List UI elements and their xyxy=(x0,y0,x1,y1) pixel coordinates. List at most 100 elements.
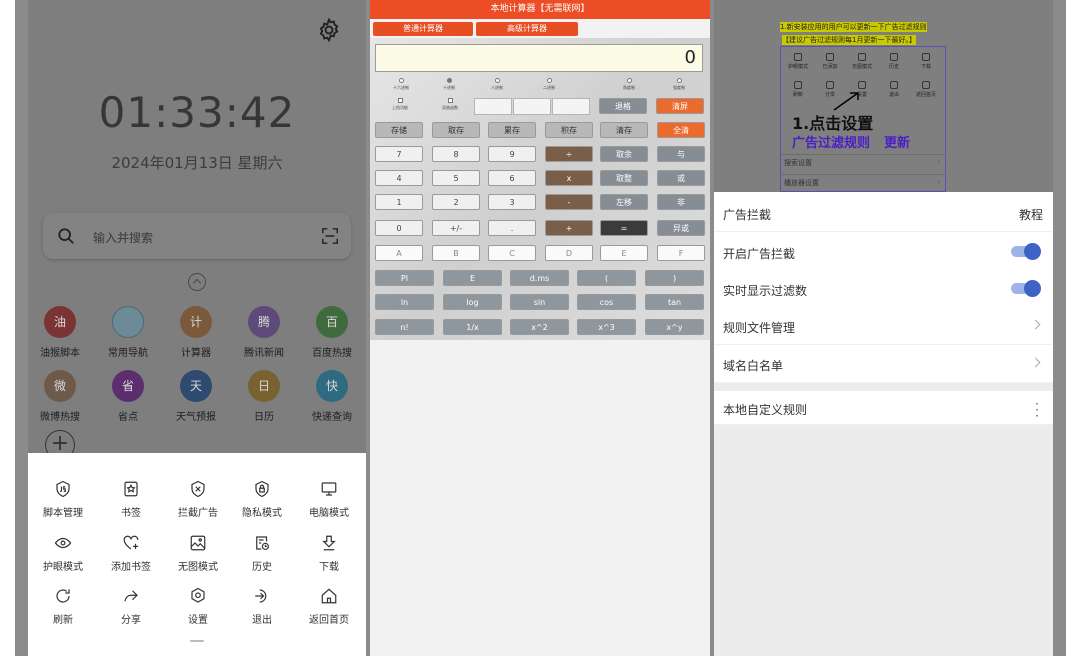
calc-key[interactable]: 累存 xyxy=(488,122,536,138)
calc-key[interactable]: 2 xyxy=(432,194,480,210)
calc-key[interactable]: E xyxy=(443,270,502,286)
calc-key[interactable]: 全清 xyxy=(657,122,705,138)
menu-item-eye[interactable]: 护眼模式 xyxy=(33,534,93,573)
calc-key[interactable]: 清存 xyxy=(600,122,648,138)
calc-key[interactable]: = xyxy=(600,220,648,236)
calc-key[interactable]: x^y xyxy=(645,319,704,335)
more-options-icon[interactable]: · · · xyxy=(1035,398,1039,422)
calc-key[interactable]: 清屏 xyxy=(656,98,704,114)
calc-key[interactable]: 与 xyxy=(657,146,705,162)
calc-key[interactable]: D xyxy=(545,245,593,261)
calc-key[interactable]: x xyxy=(545,170,593,186)
calc-key[interactable]: 4 xyxy=(375,170,423,186)
menu-item-exit[interactable]: 退出 xyxy=(232,587,292,626)
calc-key[interactable]: B xyxy=(432,245,480,261)
calc-key[interactable]: + xyxy=(545,220,593,236)
menu-item-lock[interactable]: 隐私模式 xyxy=(232,480,292,519)
app-shortcut[interactable]: 腾腾讯新闻 xyxy=(236,306,292,359)
calc-key[interactable]: 1/x xyxy=(443,319,502,335)
function-checkbox[interactable]: 双曲函数 xyxy=(438,98,462,111)
radix-option[interactable]: 弧度制 xyxy=(664,78,694,91)
menu-item-home[interactable]: 返回首页 xyxy=(299,587,359,626)
app-shortcut[interactable]: 计计算器 xyxy=(168,306,224,359)
app-shortcut[interactable]: 百百度热搜 xyxy=(304,306,360,359)
calc-key[interactable]: 3 xyxy=(488,194,536,210)
row-rule-file-management[interactable]: 规则文件管理 xyxy=(714,307,1053,345)
radix-option[interactable]: 十进制 xyxy=(434,78,464,91)
app-shortcut[interactable]: 省省点 xyxy=(100,370,156,423)
calc-key[interactable]: log xyxy=(443,294,502,310)
menu-item-js-script[interactable]: 脚本管理 xyxy=(33,480,93,519)
menu-item-shield-block[interactable]: 拦截广告 xyxy=(168,480,228,519)
calc-key[interactable]: A xyxy=(375,245,423,261)
app-shortcut[interactable]: 油油猴脚本 xyxy=(32,306,88,359)
calc-key[interactable]: 7 xyxy=(375,146,423,162)
calc-key[interactable]: 5 xyxy=(432,170,480,186)
calc-key[interactable]: 取整 xyxy=(600,170,648,186)
search-bar[interactable]: 输入并搜索 xyxy=(43,213,351,259)
calc-key[interactable]: 9 xyxy=(488,146,536,162)
calc-key[interactable]: E xyxy=(600,245,648,261)
expand-up-icon[interactable] xyxy=(188,273,206,291)
calc-key[interactable]: C xyxy=(488,245,536,261)
calc-key[interactable]: n! xyxy=(375,319,434,335)
calc-key[interactable]: 6 xyxy=(488,170,536,186)
tutorial-link[interactable]: 教程 xyxy=(1019,206,1043,223)
calc-key[interactable]: sin xyxy=(510,294,569,310)
radix-option[interactable]: 八进制 xyxy=(482,78,512,91)
calc-key[interactable]: - xyxy=(545,194,593,210)
app-shortcut[interactable]: 日日历 xyxy=(236,370,292,423)
menu-item-share[interactable]: 分享 xyxy=(101,587,161,626)
menu-item-download[interactable]: 下载 xyxy=(299,534,359,573)
calc-key[interactable]: 非 xyxy=(657,194,705,210)
show-filter-count-toggle[interactable] xyxy=(1011,280,1041,297)
calc-key[interactable]: ) xyxy=(645,270,704,286)
function-checkbox[interactable]: 上档功能 xyxy=(388,98,412,111)
calc-key[interactable]: d.ms xyxy=(510,270,569,286)
menu-item-settings[interactable]: 设置 xyxy=(168,587,228,626)
calc-key[interactable]: 左移 xyxy=(600,194,648,210)
calc-key[interactable]: 异或 xyxy=(657,220,705,236)
menu-item-refresh[interactable]: 刷新 xyxy=(33,587,93,626)
calc-key[interactable]: 退格 xyxy=(599,98,647,114)
calc-key[interactable]: 1 xyxy=(375,194,423,210)
calc-key[interactable]: tan xyxy=(645,294,704,310)
tab-advanced-calculator[interactable]: 高级计算器 xyxy=(476,22,578,36)
row-show-filter-count[interactable]: 实时显示过滤数 xyxy=(714,270,1053,308)
tab-basic-calculator[interactable]: 普通计算器 xyxy=(373,22,473,36)
radix-option[interactable]: 十六进制 xyxy=(386,78,416,91)
menu-item-image-off[interactable]: 无图模式 xyxy=(168,534,228,573)
menu-item-heart-plus[interactable]: 添加书签 xyxy=(101,534,161,573)
calc-key[interactable]: 取余 xyxy=(600,146,648,162)
calc-key[interactable]: 取存 xyxy=(432,122,480,138)
app-shortcut[interactable]: 快快递查询 xyxy=(304,370,360,423)
row-domain-whitelist[interactable]: 域名白名单 xyxy=(714,345,1053,383)
row-local-custom-rules[interactable]: 本地自定义规则 · · · xyxy=(714,391,1053,425)
calc-key[interactable]: 积存 xyxy=(545,122,593,138)
calc-key[interactable]: 或 xyxy=(657,170,705,186)
app-shortcut[interactable]: 常用导航 xyxy=(100,306,156,359)
radix-option[interactable]: 二进制 xyxy=(534,78,564,91)
calc-key[interactable]: x^2 xyxy=(510,319,569,335)
app-shortcut[interactable]: 天天气预报 xyxy=(168,370,224,423)
calc-key[interactable]: +/- xyxy=(432,220,480,236)
enable-adblock-toggle[interactable] xyxy=(1011,243,1041,260)
calc-key[interactable]: ln xyxy=(375,294,434,310)
scan-icon[interactable] xyxy=(321,227,339,245)
calc-key[interactable]: ( xyxy=(577,270,636,286)
sheet-handle[interactable] xyxy=(190,640,204,642)
menu-item-monitor[interactable]: 电脑模式 xyxy=(299,480,359,519)
calc-key[interactable]: . xyxy=(488,220,536,236)
calc-key[interactable]: x^3 xyxy=(577,319,636,335)
search-input[interactable]: 输入并搜索 xyxy=(93,229,153,246)
calc-key[interactable]: F xyxy=(657,245,705,261)
calc-key[interactable]: PI xyxy=(375,270,434,286)
gear-icon[interactable] xyxy=(316,17,342,43)
menu-item-history[interactable]: 历史 xyxy=(232,534,292,573)
calc-key[interactable]: 存储 xyxy=(375,122,423,138)
radix-option[interactable]: 角度制 xyxy=(614,78,644,91)
app-shortcut[interactable]: 微微博热搜 xyxy=(32,370,88,423)
calc-key[interactable]: cos xyxy=(577,294,636,310)
calc-key[interactable]: 0 xyxy=(375,220,423,236)
calc-key[interactable]: ÷ xyxy=(545,146,593,162)
